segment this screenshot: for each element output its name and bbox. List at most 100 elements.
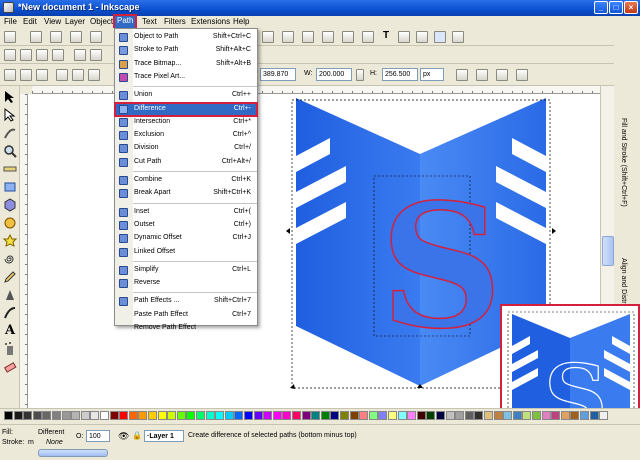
palette-swatch[interactable] — [263, 411, 273, 420]
lock-proportions-icon[interactable] — [356, 69, 364, 81]
eraser-tool-icon[interactable] — [3, 360, 17, 374]
xml-editor-icon[interactable] — [398, 31, 410, 43]
palette-swatch[interactable] — [71, 411, 81, 420]
palette-swatch[interactable] — [138, 411, 148, 420]
palette-swatch[interactable] — [61, 411, 71, 420]
fill-value[interactable]: Different — [38, 429, 64, 436]
palette-swatch[interactable] — [4, 411, 13, 420]
palette-swatch[interactable] — [560, 411, 570, 420]
stroke-width-bar[interactable] — [38, 449, 108, 457]
save-icon[interactable] — [36, 49, 48, 61]
menu-item-remove-path-effect[interactable]: Remove Path Effect — [115, 322, 257, 335]
calligraphy-tool-icon[interactable] — [3, 306, 17, 320]
measure-tool-icon[interactable] — [3, 162, 17, 176]
palette-swatch[interactable] — [532, 411, 541, 420]
palette-swatch[interactable] — [340, 411, 349, 420]
palette-swatch[interactable] — [176, 411, 186, 420]
palette-swatch[interactable] — [148, 411, 157, 420]
palette-swatch[interactable] — [52, 411, 61, 420]
menu-item-stroke-to-path[interactable]: Stroke to Path Shift+Alt+C — [115, 44, 257, 57]
menu-extensions[interactable]: Extensions — [191, 17, 230, 26]
star-tool-icon[interactable] — [3, 234, 17, 248]
menu-item-reverse[interactable]: Reverse — [115, 277, 257, 290]
minimize-button[interactable]: _ — [594, 1, 608, 14]
palette-swatch[interactable] — [109, 411, 119, 420]
palette-swatch[interactable] — [445, 411, 455, 420]
palette-swatch[interactable] — [551, 411, 561, 420]
palette-swatch[interactable] — [301, 411, 311, 420]
palette-swatch[interactable] — [407, 411, 417, 420]
menu-item-outset[interactable]: Outset Ctrl+) — [115, 219, 257, 232]
palette-swatch[interactable] — [397, 411, 407, 420]
menu-item-break-apart[interactable]: Break Apart Shift+Ctrl+K — [115, 187, 257, 200]
palette-swatch[interactable] — [205, 411, 215, 420]
3d-box-tool-icon[interactable] — [3, 198, 17, 212]
palette-swatch[interactable] — [100, 411, 109, 420]
deselect-icon[interactable] — [36, 69, 48, 81]
unlink-clone-icon[interactable] — [302, 31, 314, 43]
grid-icon[interactable] — [434, 31, 446, 43]
print-icon[interactable] — [52, 49, 64, 61]
menu-text[interactable]: Text — [142, 17, 157, 26]
menu-item-combine[interactable]: Combine Ctrl+K — [115, 174, 257, 187]
snap-bbox-icon[interactable] — [50, 31, 62, 43]
palette-swatch[interactable] — [599, 411, 609, 420]
palette-swatch[interactable] — [196, 411, 205, 420]
flip-horizontal-icon[interactable] — [88, 69, 100, 81]
palette-swatch[interactable] — [157, 411, 167, 420]
clone-icon[interactable] — [282, 31, 294, 43]
layer-select[interactable]: ·Layer 1 — [144, 430, 184, 442]
pencil-tool-icon[interactable] — [3, 270, 17, 284]
open-icon[interactable] — [20, 49, 32, 61]
ellipse-tool-icon[interactable] — [3, 216, 17, 230]
layer-lock-icon[interactable]: 🔒 — [132, 431, 142, 440]
palette-swatch[interactable] — [90, 411, 100, 420]
palette-swatch[interactable] — [359, 411, 369, 420]
menu-item-trace-pixel-art[interactable]: Trace Pixel Art... — [115, 71, 257, 84]
menu-item-difference[interactable]: Difference Ctrl+- — [114, 101, 258, 117]
palette-swatch[interactable] — [224, 411, 234, 420]
palette-swatch[interactable] — [253, 411, 263, 420]
palette-swatch[interactable] — [512, 411, 522, 420]
snap-path-icon[interactable] — [70, 31, 82, 43]
menu-item-path-effects[interactable]: Path Effects ... Shift+Ctrl+7 — [115, 295, 257, 308]
scale-stroke-icon[interactable] — [456, 69, 468, 81]
letter-s-path[interactable]: S — [379, 166, 503, 368]
align-distribute-icon[interactable] — [416, 31, 428, 43]
tool-controls-icon[interactable] — [4, 31, 16, 43]
menu-edit[interactable]: Edit — [23, 17, 37, 26]
guides-icon[interactable] — [452, 31, 464, 43]
palette-swatch[interactable] — [388, 411, 397, 420]
fill-stroke-tab[interactable]: Fill and Stroke (Shift+Ctrl+F) — [620, 118, 627, 207]
palette-swatch[interactable] — [80, 411, 90, 420]
palette-swatch[interactable] — [311, 411, 321, 420]
palette-swatch[interactable] — [368, 411, 378, 420]
menu-item-exclusion[interactable]: Exclusion Ctrl+^ — [115, 129, 257, 142]
menu-item-object-to-path[interactable]: Object to Path Shift+Ctrl+C — [115, 31, 257, 44]
snap-node-icon[interactable] — [90, 31, 102, 43]
unit-select[interactable]: px — [420, 68, 444, 81]
palette-swatch[interactable] — [32, 411, 42, 420]
text-font-icon[interactable]: T — [380, 31, 392, 43]
menu-file[interactable]: File — [4, 17, 17, 26]
select-all-icon[interactable] — [4, 69, 16, 81]
stroke-value[interactable]: None — [46, 439, 63, 446]
palette-swatch[interactable] — [474, 411, 484, 420]
palette-swatch[interactable] — [378, 411, 388, 420]
palette-swatch[interactable] — [484, 411, 493, 420]
rotate-ccw-icon[interactable] — [56, 69, 68, 81]
y-field[interactable]: 389.870 — [260, 68, 296, 81]
menu-filters[interactable]: Filters — [164, 17, 186, 26]
spiral-tool-icon[interactable] — [3, 252, 17, 266]
menu-item-linked-offset[interactable]: Linked Offset — [115, 246, 257, 259]
vertical-ruler[interactable] — [20, 94, 28, 408]
palette-swatch[interactable] — [522, 411, 532, 420]
close-button[interactable]: × — [624, 1, 638, 14]
palette-swatch[interactable] — [320, 411, 330, 420]
menu-item-inset[interactable]: Inset Ctrl+( — [115, 206, 257, 219]
palette-swatch[interactable] — [244, 411, 253, 420]
menu-item-dynamic-offset[interactable]: Dynamic Offset Ctrl+J — [115, 232, 257, 245]
scale-corners-icon[interactable] — [476, 69, 488, 81]
palette-swatch[interactable] — [292, 411, 301, 420]
palette-swatch[interactable] — [234, 411, 244, 420]
